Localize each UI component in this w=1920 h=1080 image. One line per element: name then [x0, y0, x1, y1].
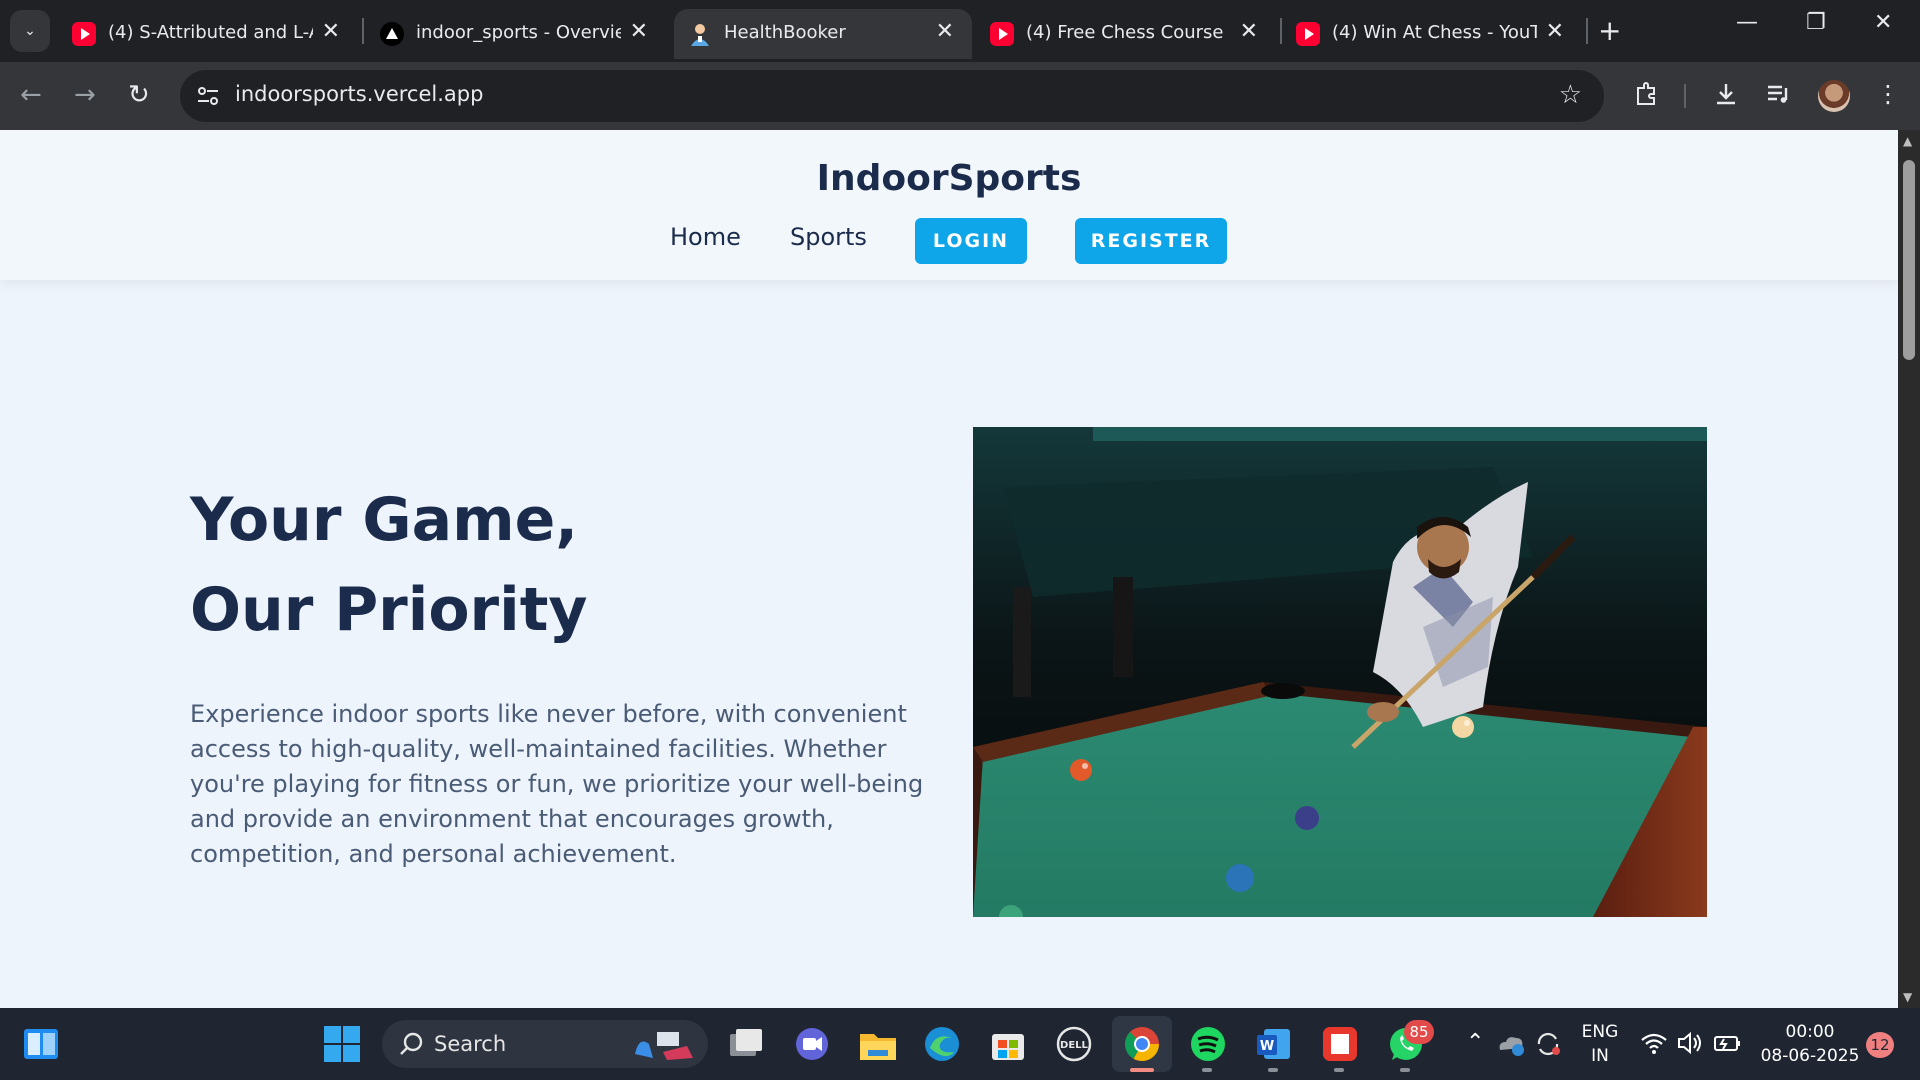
- tab-separator: [1586, 18, 1588, 44]
- site-info-icon[interactable]: [194, 82, 224, 110]
- youtube-icon: [990, 22, 1014, 46]
- back-icon[interactable]: ←: [20, 80, 42, 110]
- tab-vercel-overview[interactable]: indoor_sports - Overview ✕: [366, 9, 666, 59]
- spotify-icon[interactable]: [1188, 1024, 1228, 1064]
- tab-title: (4) Free Chess Course Fro: [1026, 22, 1231, 43]
- more-menu-icon[interactable]: ⋮: [1876, 80, 1900, 108]
- notification-count-badge[interactable]: 12: [1866, 1032, 1894, 1058]
- spotify-running-indicator: [1202, 1068, 1212, 1072]
- youtube-icon: [72, 22, 96, 46]
- whatsapp-unread-badge: 85: [1404, 1020, 1434, 1044]
- register-button[interactable]: REGISTER: [1075, 218, 1227, 264]
- tab-title: HealthBooker: [724, 22, 846, 43]
- minimize-button[interactable]: —: [1736, 10, 1758, 35]
- forward-icon[interactable]: →: [74, 80, 96, 110]
- taskbar-search-box[interactable]: Search: [382, 1020, 708, 1068]
- hero-title-line1: Your Game,: [190, 485, 579, 555]
- tab-healthbooker-active[interactable]: HealthBooker ✕: [674, 9, 972, 59]
- page-scrollbar[interactable]: ▲ ▼: [1898, 130, 1920, 1008]
- close-window-button[interactable]: ✕: [1874, 10, 1892, 35]
- microsoft-store-icon[interactable]: [988, 1024, 1028, 1064]
- media-control-icon[interactable]: [1764, 80, 1792, 114]
- search-icon: [398, 1030, 426, 1062]
- tab-title: indoor_sports - Overview: [416, 22, 621, 43]
- tab-separator: [362, 18, 364, 44]
- language-eng[interactable]: ENG: [1580, 1022, 1620, 1042]
- svg-text:DELL: DELL: [1060, 1040, 1089, 1051]
- pdf-reader-icon[interactable]: [1320, 1024, 1360, 1064]
- tab-title: (4) Win At Chess - YouTub: [1332, 22, 1537, 43]
- chevron-down-icon: ⌄: [24, 23, 36, 39]
- widgets-icon[interactable]: [22, 1026, 60, 1062]
- hero-title-line2: Our Priority: [190, 575, 588, 645]
- hero-description: Experience indoor sports like never befo…: [190, 700, 924, 868]
- chrome-active-indicator: [1130, 1068, 1154, 1072]
- chevron-up-icon[interactable]: ⌃: [1466, 1030, 1484, 1055]
- windows-taskbar: Search DELL W 85 ⌃ ENG IN 00:00 08-06-20…: [0, 1008, 1920, 1080]
- wifi-icon[interactable]: [1640, 1030, 1668, 1061]
- whatsapp-running-indicator: [1400, 1068, 1410, 1072]
- browser-toolbar: ← → ↻ indoorsports.vercel.app ☆ ⋮: [0, 62, 1920, 130]
- nav-sports-link[interactable]: Sports: [790, 223, 867, 251]
- doctor-icon: [688, 22, 712, 46]
- nav-home-link[interactable]: Home: [670, 223, 741, 251]
- search-highlight-icon: [627, 1024, 697, 1068]
- tab-youtube-win-at-chess[interactable]: (4) Win At Chess - YouTub ✕: [1282, 9, 1582, 59]
- clock-time[interactable]: 00:00: [1760, 1022, 1860, 1042]
- close-icon[interactable]: ✕: [322, 19, 340, 44]
- reload-icon[interactable]: ↻: [128, 80, 150, 110]
- scroll-down-icon[interactable]: ▼: [1903, 990, 1912, 1004]
- extensions-icon[interactable]: [1632, 80, 1660, 114]
- close-icon[interactable]: ✕: [1546, 19, 1564, 44]
- close-icon[interactable]: ✕: [936, 19, 954, 44]
- address-bar[interactable]: indoorsports.vercel.app ☆: [180, 70, 1604, 122]
- scrollbar-thumb[interactable]: [1903, 160, 1915, 360]
- site-brand[interactable]: IndoorSports: [0, 158, 1898, 199]
- edge-browser-icon[interactable]: [922, 1024, 962, 1064]
- vercel-icon: [380, 22, 404, 46]
- task-view-icon[interactable]: [726, 1024, 766, 1064]
- dell-icon[interactable]: DELL: [1054, 1024, 1094, 1064]
- tab-strip: ⌄ (4) S-Attributed and L-Attr ✕ indoor_s…: [0, 0, 1920, 62]
- new-tab-button[interactable]: +: [1598, 14, 1621, 47]
- page-viewport: IndoorSports Home Sports LOGIN REGISTER …: [0, 130, 1898, 1008]
- bookmark-star-icon[interactable]: ☆: [1559, 80, 1582, 110]
- battery-icon[interactable]: [1712, 1030, 1742, 1061]
- hero-billiards-image: [973, 427, 1707, 917]
- language-region[interactable]: IN: [1580, 1046, 1620, 1066]
- profile-avatar[interactable]: [1818, 80, 1850, 112]
- file-explorer-icon[interactable]: [858, 1024, 898, 1064]
- download-icon[interactable]: [1712, 80, 1740, 114]
- sync-icon[interactable]: [1534, 1030, 1562, 1063]
- tab-youtube-chess-course[interactable]: (4) Free Chess Course Fro ✕: [976, 9, 1276, 59]
- tab-youtube-attributed[interactable]: (4) S-Attributed and L-Attr ✕: [58, 9, 358, 59]
- volume-icon[interactable]: [1676, 1030, 1704, 1061]
- scroll-up-icon[interactable]: ▲: [1903, 134, 1912, 148]
- teams-chat-icon[interactable]: [792, 1024, 832, 1064]
- tab-title: (4) S-Attributed and L-Attr: [108, 22, 313, 43]
- site-header: IndoorSports Home Sports LOGIN REGISTER: [0, 130, 1898, 280]
- login-button[interactable]: LOGIN: [915, 218, 1027, 264]
- tab-search-button[interactable]: ⌄: [10, 10, 50, 52]
- chrome-taskbar-active[interactable]: [1112, 1016, 1172, 1072]
- restore-button[interactable]: ❐: [1806, 10, 1826, 35]
- word-icon[interactable]: W: [1254, 1024, 1294, 1064]
- pdf-running-indicator: [1334, 1068, 1344, 1072]
- svg-text:W: W: [1260, 1039, 1274, 1054]
- url-text[interactable]: indoorsports.vercel.app: [235, 82, 483, 106]
- word-running-indicator: [1268, 1068, 1278, 1072]
- search-label: Search: [434, 1032, 507, 1056]
- close-icon[interactable]: ✕: [1240, 19, 1258, 44]
- toolbar-divider: [1684, 84, 1686, 108]
- start-windows-icon[interactable]: [322, 1024, 362, 1064]
- clock-date[interactable]: 08-06-2025: [1756, 1046, 1864, 1066]
- onedrive-icon[interactable]: [1496, 1030, 1526, 1061]
- youtube-icon: [1296, 22, 1320, 46]
- close-icon[interactable]: ✕: [630, 19, 648, 44]
